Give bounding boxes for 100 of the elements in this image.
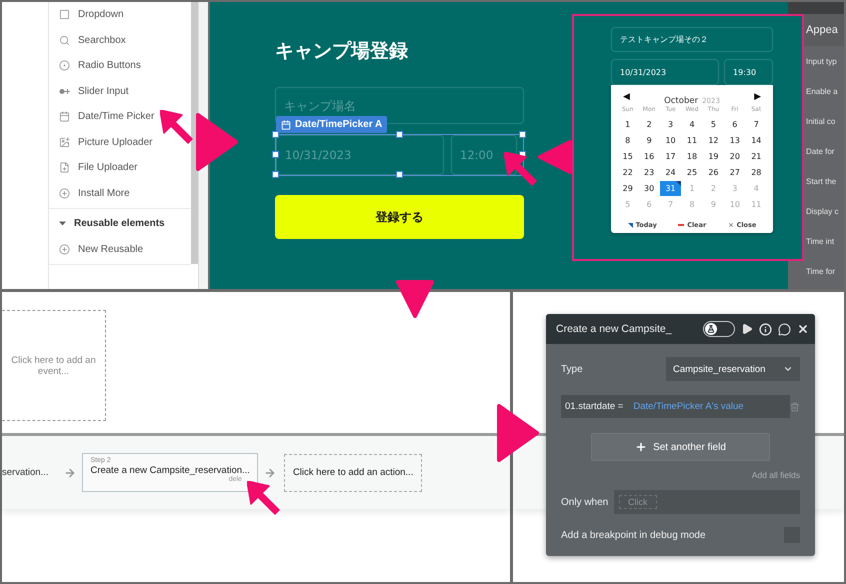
resize-handle[interactable] (396, 171, 402, 178)
calendar-day[interactable]: 29 (617, 181, 638, 196)
scrollbar[interactable] (191, 2, 198, 264)
add-event-box[interactable]: Click here to add an event... (2, 310, 106, 421)
minus-icon (678, 224, 684, 226)
plus-icon (635, 441, 648, 453)
calendar-day[interactable]: 6 (724, 117, 746, 132)
calendar-day[interactable]: 22 (617, 165, 638, 180)
breakpoint-label: Add a breakpoint in debug mode (561, 530, 706, 540)
step-title: Create a new Campsite_reservation... (90, 465, 250, 476)
sidebar-item[interactable]: Slider Input (49, 78, 191, 104)
calendar-day[interactable]: 1 (617, 117, 638, 132)
comment-icon[interactable] (778, 322, 791, 336)
caret-icon (59, 220, 66, 228)
calendar-day[interactable]: 5 (702, 117, 724, 132)
calendar-day[interactable]: 8 (617, 133, 638, 148)
info-icon[interactable] (759, 322, 772, 336)
sidebar-item[interactable]: Install More (49, 180, 191, 206)
add-action-box[interactable]: Click here to add an action... (284, 454, 422, 492)
property-label: Start the (805, 176, 838, 188)
resize-handle[interactable] (396, 131, 402, 138)
type-label: Type (561, 364, 583, 374)
triangle-marker-icon (196, 113, 238, 171)
play-icon[interactable] (741, 323, 753, 335)
calendar-day[interactable]: 13 (724, 133, 746, 148)
calendar-day[interactable]: 4 (681, 117, 703, 132)
resize-handle[interactable] (519, 131, 526, 138)
calendar-day[interactable]: 9 (638, 133, 660, 148)
calendar-day[interactable]: 27 (724, 165, 746, 180)
dropdown-icon (59, 9, 70, 20)
property-label: Time int (805, 236, 836, 248)
calendar-day[interactable]: 24 (660, 165, 682, 180)
debug-toggle[interactable] (703, 321, 735, 337)
property-label: Display c (805, 206, 840, 218)
arrow-right-icon (64, 466, 76, 478)
calendar-day[interactable]: 18 (681, 149, 703, 164)
calendar-day[interactable]: 12 (702, 133, 724, 148)
calendar-day[interactable]: 19 (702, 149, 724, 164)
calendar-day[interactable]: 28 (746, 165, 767, 180)
corner-marker-icon (628, 222, 633, 228)
condition-label: Only when (561, 496, 608, 508)
resize-handle[interactable] (272, 151, 279, 158)
sidebar-item[interactable]: New Reusable (49, 236, 191, 262)
page-title: キャンプ場登録 (275, 39, 409, 64)
sidebar-item[interactable]: Searchbox (49, 28, 191, 53)
triangle-marker-icon (396, 280, 434, 318)
set-field-button[interactable]: Set another field (591, 433, 770, 461)
resize-handle[interactable] (272, 171, 279, 178)
sidebar-item[interactable]: Date/Time Picker (49, 104, 191, 130)
calendar-day[interactable]: 11 (681, 133, 703, 148)
file-plus-icon (59, 162, 70, 174)
prev-month-button[interactable]: ◀ (623, 92, 630, 102)
section-header[interactable]: Reusable elements (49, 211, 191, 236)
calendar-day[interactable]: 3 (660, 117, 682, 132)
step-text[interactable]: servation... (2, 467, 48, 478)
triangle-marker-icon (538, 140, 572, 174)
calendar-day[interactable]: 16 (638, 149, 660, 164)
calendar-day[interactable]: 21 (746, 149, 767, 164)
calendar-day[interactable]: 14 (746, 133, 767, 148)
calendar-day[interactable]: 15 (617, 149, 638, 164)
pointer-arrow-icon (504, 152, 537, 186)
pointer-arrow-icon (160, 110, 193, 144)
property-label: Enable a (805, 86, 839, 98)
flask-icon (707, 325, 715, 333)
calendar-day[interactable]: 7 (746, 117, 767, 132)
sidebar-item[interactable]: Dropdown (49, 2, 191, 28)
plus-circle-icon (59, 188, 70, 199)
calendar-day[interactable]: 23 (638, 165, 660, 180)
sidebar-item[interactable]: Radio Buttons (49, 53, 191, 78)
triangle-marker-icon (497, 404, 539, 462)
calendar-day[interactable]: 31 (660, 181, 682, 196)
calendar-day[interactable]: 20 (724, 149, 746, 164)
close-icon (728, 222, 734, 228)
calendar-day[interactable]: 26 (702, 165, 724, 180)
panel-title: Create a new Campsite_ (556, 323, 673, 335)
calendar-day[interactable]: 2 (638, 117, 660, 132)
calendar-day[interactable]: 25 (681, 165, 703, 180)
submit-button[interactable]: 登録する (275, 195, 524, 239)
sidebar-item[interactable]: Picture Uploader (49, 130, 191, 155)
calendar-day[interactable]: 30 (638, 181, 660, 196)
sidebar-item[interactable]: File Uploader (49, 155, 191, 180)
next-month-button[interactable]: ▶ (754, 92, 761, 102)
calendar-day[interactable]: 10 (660, 133, 682, 148)
resize-handle[interactable] (272, 131, 279, 138)
property-label: Time for (805, 266, 836, 278)
field-row[interactable]: 01.startdate = Date/TimePicker A's value (561, 395, 790, 418)
element-tag: Date/TimePicker A (276, 116, 388, 133)
calendar-icon (281, 120, 291, 130)
property-label: Input typ (805, 56, 838, 68)
radio-icon (59, 60, 70, 72)
property-label: Initial co (805, 116, 836, 128)
search-icon (59, 34, 70, 46)
arrow-right-icon (264, 466, 276, 478)
close-icon[interactable] (797, 323, 809, 335)
property-label: Date for (805, 146, 836, 158)
type-dropdown[interactable]: Campsite_reservation (666, 357, 800, 381)
image-icon (59, 136, 70, 148)
calendar-icon (59, 111, 70, 122)
pointer-arrow-icon (247, 481, 280, 515)
calendar-day[interactable]: 17 (660, 149, 682, 164)
